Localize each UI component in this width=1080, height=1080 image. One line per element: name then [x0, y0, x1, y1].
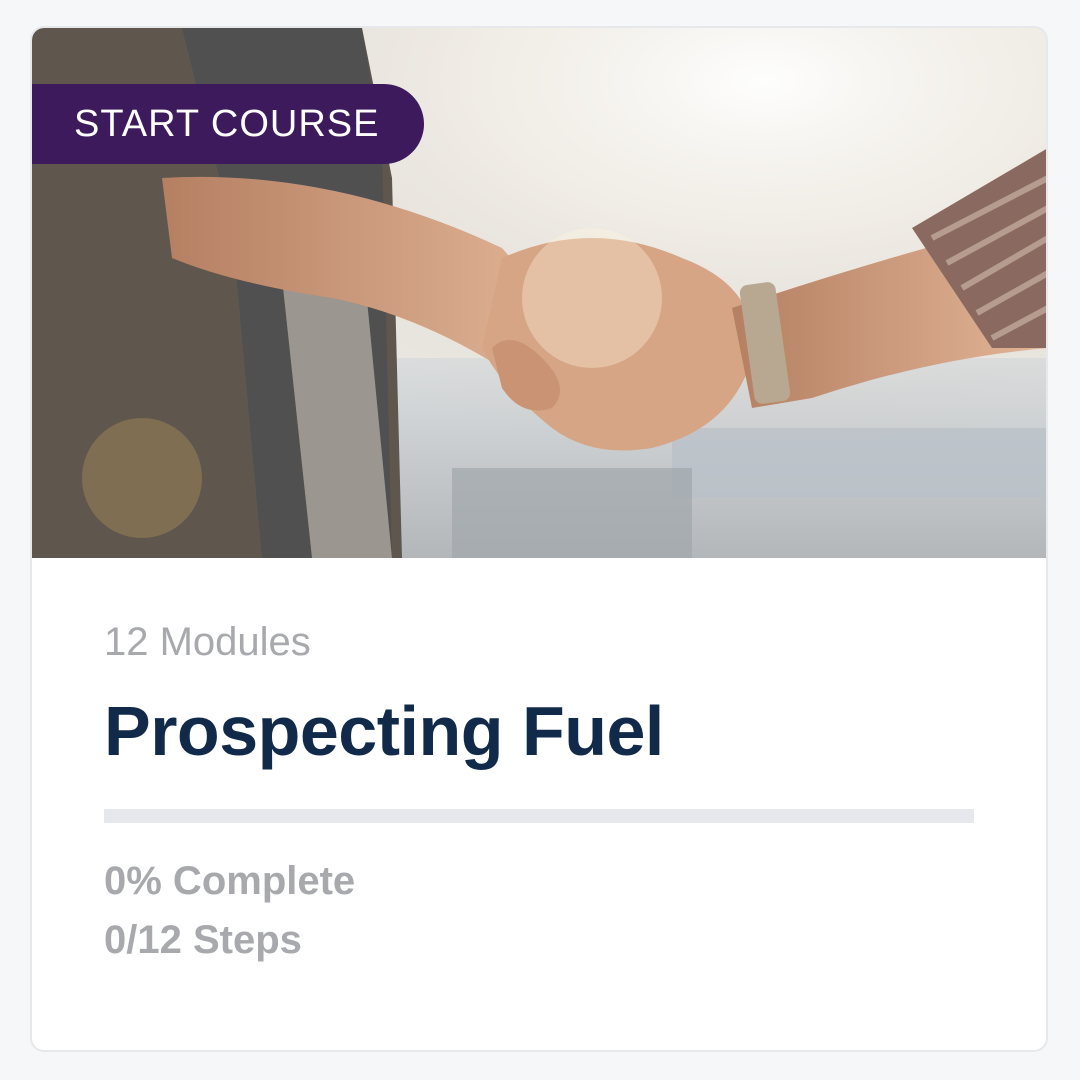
course-image[interactable]: START COURSE	[32, 28, 1046, 558]
course-card[interactable]: START COURSE 12 Modules Prospecting Fuel…	[30, 26, 1048, 1052]
course-title[interactable]: Prospecting Fuel	[104, 691, 974, 771]
percent-complete: 0% Complete	[104, 859, 356, 903]
steps-count: 0/12 Steps	[104, 918, 302, 962]
modules-count: 12 Modules	[104, 620, 311, 664]
progress-bar	[104, 809, 974, 823]
start-course-button[interactable]: START COURSE	[32, 84, 424, 164]
course-details: 12 Modules Prospecting Fuel 0% Complete …	[104, 558, 974, 963]
